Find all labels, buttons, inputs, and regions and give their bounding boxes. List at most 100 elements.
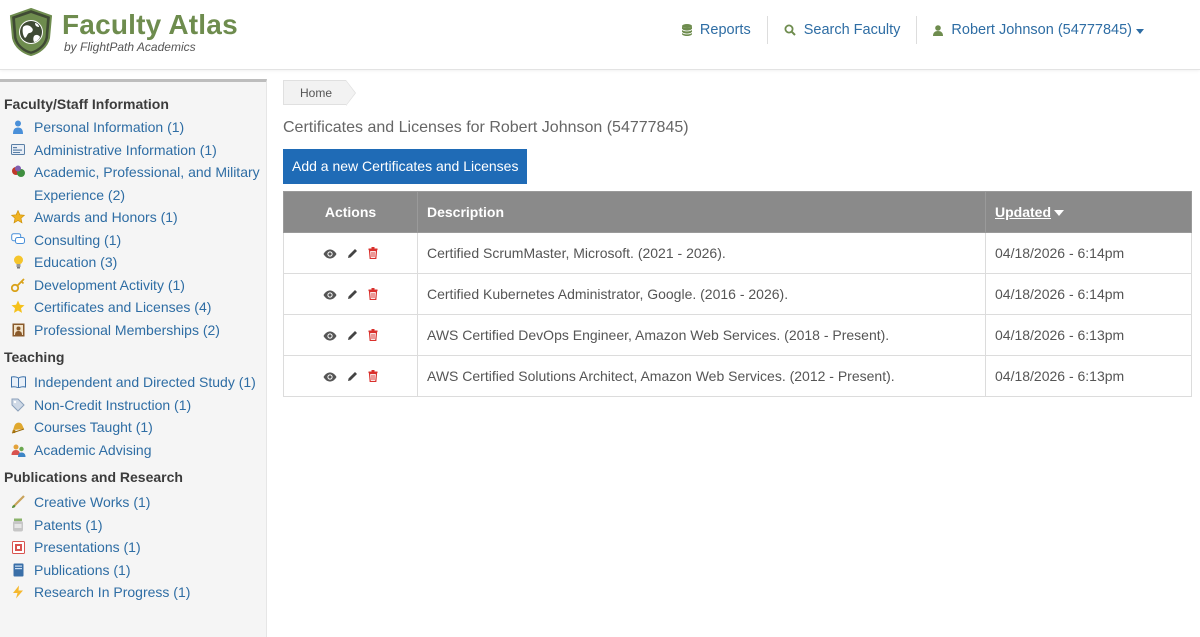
sidebar-item-academic-experience[interactable]: Academic, Professional, and Military Exp… [0,161,266,206]
sidebar-item-label: Presentations (1) [34,539,141,555]
reports-link[interactable]: Reports [666,16,767,44]
sidebar-item-label: Awards and Honors (1) [34,209,178,225]
sidebar-item-label: Professional Memberships (2) [34,321,220,338]
presentation-icon [10,539,26,555]
view-eye-icon[interactable] [323,246,337,262]
view-eye-icon[interactable] [323,328,337,344]
search-faculty-link[interactable]: Search Faculty [768,16,917,44]
view-eye-icon[interactable] [323,287,337,303]
sidebar-item-certificates-and-licenses[interactable]: Certificates and Licenses (4) [0,296,266,319]
search-icon [784,24,796,36]
view-eye-icon[interactable] [323,369,337,385]
row-actions [283,314,418,356]
reports-label: Reports [699,22,751,38]
table-header-row: Actions Description Updated [283,191,1192,233]
medals-icon [10,164,26,180]
sidebar: Faculty/Staff Information Personal Infor… [0,79,267,637]
sidebar-item-presentations[interactable]: Presentations (1) [0,536,266,559]
row-actions [283,273,418,315]
sidebar-item-patents[interactable]: Patents (1) [0,514,266,537]
table-row: AWS Certified DevOps Engineer, Amazon We… [283,314,1192,356]
sidebar-item-label: Certificates and Licenses (4) [34,299,212,315]
sidebar-item-label: Academic Advising [34,441,152,458]
award-star-icon [10,209,26,225]
user-icon [933,24,944,36]
page-title: Certificates and Licenses for Robert Joh… [283,119,689,136]
sidebar-section-title: Teaching [4,349,65,365]
brush-icon [10,494,26,510]
certificates-table: Actions Description Updated Certified Sc… [283,191,1192,397]
sidebar-item-consulting[interactable]: Consulting (1) [0,229,266,252]
jar-icon [10,517,26,533]
open-book-icon [10,374,26,390]
top-header: Faculty Atlas by FlightPath Academics Re… [0,0,1200,70]
id-card-icon [10,142,26,158]
row-actions [283,355,418,397]
add-certificate-button[interactable]: Add a new Certificates and Licenses [283,149,528,184]
tag-icon [10,397,26,413]
sidebar-item-label: Patents (1) [34,516,103,533]
app-subtitle: by FlightPath Academics [64,40,196,54]
column-header-updated[interactable]: Updated [985,191,1192,233]
row-updated: 04/18/2026 - 6:14pm [985,232,1192,274]
delete-trash-icon[interactable] [368,328,378,344]
main-content: Home Certificates and Licenses for Rober… [283,80,1193,397]
shield-globe-logo-icon [9,8,53,56]
portrait-icon [10,322,26,338]
sidebar-section-title: Faculty/Staff Information [4,96,169,112]
sidebar-item-label: Development Activity (1) [34,276,185,293]
sidebar-item-administrative-information[interactable]: Administrative Information (1) [0,139,266,162]
sidebar-item-courses-taught[interactable]: Courses Taught (1) [0,416,266,439]
sidebar-item-label: Academic, Professional, and Military Exp… [34,164,260,203]
delete-trash-icon[interactable] [368,287,378,303]
table-row: Certified ScrumMaster, Microsoft. (2021 … [283,232,1192,274]
row-description: AWS Certified Solutions Architect, Amazo… [417,355,986,397]
sidebar-item-academic-advising[interactable]: Academic Advising [0,439,266,462]
sidebar-item-label: Independent and Directed Study (1) [34,374,256,390]
edit-pencil-icon[interactable] [347,328,358,344]
delete-trash-icon[interactable] [368,369,378,385]
row-description: AWS Certified DevOps Engineer, Amazon We… [417,314,986,356]
row-updated: 04/18/2026 - 6:13pm [985,314,1192,356]
row-updated: 04/18/2026 - 6:13pm [985,355,1192,397]
lightbulb-icon [10,254,26,270]
sidebar-item-label: Courses Taught (1) [34,419,153,435]
edit-pencil-icon[interactable] [347,287,358,303]
sidebar-item-research-in-progress[interactable]: Research In Progress (1) [0,581,266,604]
sidebar-item-education[interactable]: Education (3) [0,251,266,274]
updated-sort-link[interactable]: Updated [995,204,1051,220]
top-nav: Reports Search Faculty Robert Johnson (5… [666,16,1160,44]
star-icon [10,299,26,315]
sidebar-item-publications[interactable]: Publications (1) [0,559,266,582]
book-icon [10,562,26,578]
user-menu-dropdown[interactable]: Robert Johnson (54777845) [917,16,1160,44]
breadcrumb-home[interactable]: Home [283,80,357,106]
sidebar-item-creative-works[interactable]: Creative Works (1) [0,491,266,514]
database-icon [681,24,692,36]
table-row: Certified Kubernetes Administrator, Goog… [283,273,1192,315]
sidebar-item-awards-and-honors[interactable]: Awards and Honors (1) [0,206,266,229]
search-faculty-label: Search Faculty [803,22,901,38]
sidebar-item-non-credit-instruction[interactable]: Non-Credit Instruction (1) [0,394,266,417]
sidebar-item-label: Personal Information (1) [34,119,185,135]
app-title: Faculty Atlas [62,9,238,40]
sidebar-section-title: Publications and Research [4,469,183,485]
sidebar-item-development-activity[interactable]: Development Activity (1) [0,274,266,297]
sort-caret-down-icon [1054,210,1064,217]
certificates-table-body: Certified ScrumMaster, Microsoft. (2021 … [283,232,1192,397]
lightning-icon [10,584,26,600]
sidebar-item-personal-information[interactable]: Personal Information (1) [0,116,266,139]
user-name-label: Robert Johnson (54777845) [951,22,1132,38]
person-icon [10,119,26,135]
delete-trash-icon[interactable] [368,246,378,262]
sidebar-item-label: Publications (1) [34,561,131,578]
brand-logo-link[interactable]: Faculty Atlas by FlightPath Academics [8,8,238,56]
column-header-description: Description [417,191,986,233]
sidebar-item-label: Non-Credit Instruction (1) [34,396,192,413]
edit-pencil-icon[interactable] [347,246,358,262]
row-actions [283,232,418,274]
edit-pencil-icon[interactable] [347,369,358,385]
sidebar-item-label: Creative Works (1) [34,494,151,510]
sidebar-item-professional-memberships[interactable]: Professional Memberships (2) [0,319,266,342]
sidebar-item-independent-study[interactable]: Independent and Directed Study (1) [0,371,266,394]
